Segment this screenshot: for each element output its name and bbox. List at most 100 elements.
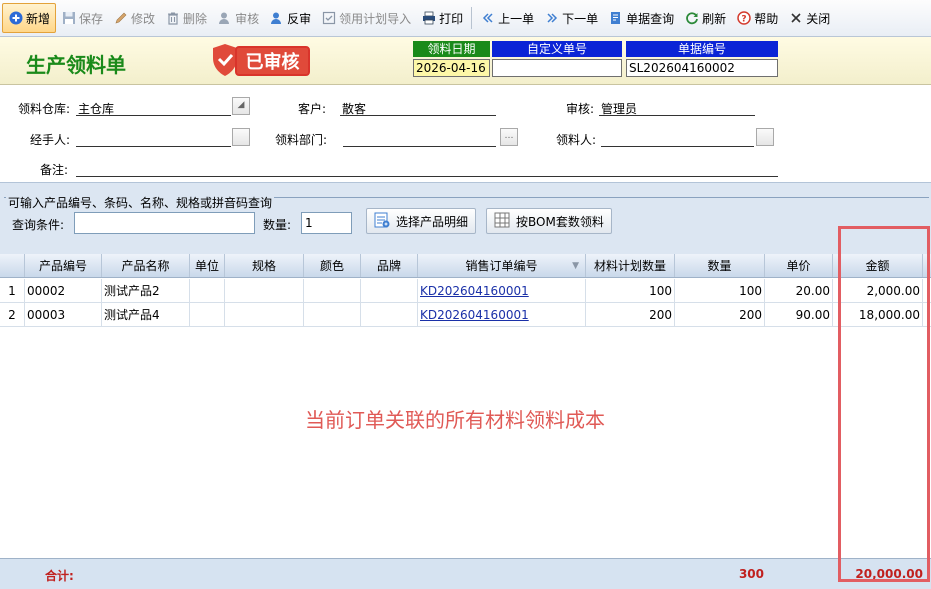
doc-date-label: 领料日期 xyxy=(413,41,490,57)
col-spec[interactable]: 规格 xyxy=(225,254,304,277)
customer-input[interactable]: 散客 xyxy=(340,100,496,116)
grid-header: 产品编号 产品名称 单位 规格 颜色 品牌 销售订单编号 ▼ 材料计划数量 数量… xyxy=(0,254,931,278)
cell-color[interactable] xyxy=(304,303,361,327)
table-row[interactable]: 1 00002 测试产品2 KD202604160001 100 100 20.… xyxy=(0,279,931,303)
list-select-icon xyxy=(374,212,390,231)
col-amount[interactable]: 金额 xyxy=(833,254,923,277)
cell-product-code[interactable]: 00003 xyxy=(25,303,102,327)
col-product-name[interactable]: 产品名称 xyxy=(102,254,190,277)
receiver-picker-button[interactable] xyxy=(756,128,774,146)
close-button[interactable]: 关闭 xyxy=(783,3,835,33)
save-button[interactable]: 保存 xyxy=(56,3,108,33)
receiver-input[interactable] xyxy=(601,131,754,147)
col-color[interactable]: 颜色 xyxy=(304,254,361,277)
cell-product-name[interactable]: 测试产品2 xyxy=(102,279,190,303)
cell-amount[interactable]: 2,000.00 xyxy=(833,279,923,303)
col-brand[interactable]: 品牌 xyxy=(361,254,418,277)
doc-no-input[interactable]: SL202604160002 xyxy=(626,59,778,77)
quantity-input[interactable]: 1 xyxy=(301,212,352,234)
cell-color[interactable] xyxy=(304,279,361,303)
custom-no-input[interactable] xyxy=(492,59,622,77)
unaudit-button[interactable]: 反审 xyxy=(264,3,316,33)
cell-amount[interactable]: 18,000.00 xyxy=(833,303,923,327)
col-unit[interactable]: 单位 xyxy=(190,254,225,277)
customer-label: 客户: xyxy=(298,102,327,116)
disk-icon xyxy=(61,10,77,26)
pencil-icon xyxy=(113,10,129,26)
cell-sales-order-link[interactable]: KD202604160001 xyxy=(418,279,586,303)
select-product-detail-button[interactable]: 选择产品明细 xyxy=(366,208,477,234)
custom-no-field: 自定义单号 xyxy=(492,41,622,77)
add-icon xyxy=(8,10,24,26)
prev-button[interactable]: 上一单 xyxy=(475,3,539,33)
cell-product-name[interactable]: 测试产品4 xyxy=(102,303,190,327)
cell-plan-qty[interactable]: 200 xyxy=(586,303,675,327)
import-plan-button[interactable]: 领用计划导入 xyxy=(316,3,416,33)
doc-date-input[interactable]: 2026-04-16 xyxy=(413,59,490,77)
handler-label: 经手人: xyxy=(30,133,71,147)
page-title: 生产领料单 xyxy=(26,53,126,77)
print-button[interactable]: 打印 xyxy=(416,3,468,33)
col-qty[interactable]: 数量 xyxy=(675,254,765,277)
cell-product-code[interactable]: 00002 xyxy=(25,279,102,303)
user-icon xyxy=(269,10,285,26)
annotation-text: 当前订单关联的所有材料领料成本 xyxy=(305,408,605,432)
cell-unit[interactable] xyxy=(190,303,225,327)
cell-price[interactable]: 20.00 xyxy=(765,279,833,303)
warehouse-label: 领料仓库: xyxy=(18,102,71,116)
col-sales-order[interactable]: 销售订单编号 ▼ xyxy=(418,254,586,277)
query-button[interactable]: 单据查询 xyxy=(603,3,679,33)
total-amount: 20,000.00 xyxy=(855,567,923,581)
import-icon xyxy=(321,10,337,26)
col-product-code[interactable]: 产品编号 xyxy=(25,254,102,277)
delete-button[interactable]: 删除 xyxy=(160,3,212,33)
cell-qty[interactable]: 100 xyxy=(675,279,765,303)
note-input[interactable] xyxy=(76,161,778,177)
cell-spec[interactable] xyxy=(225,303,304,327)
cell-spec[interactable] xyxy=(225,279,304,303)
close-icon xyxy=(788,10,804,26)
toolbar: 新增 保存 修改 删除 审核 反审 领用计划导入 打印 上一单 下一单 单据查询 xyxy=(0,0,931,37)
col-plan-qty[interactable]: 材料计划数量 xyxy=(586,254,675,277)
table-row[interactable]: 2 00003 测试产品4 KD202604160001 200 200 90.… xyxy=(0,303,931,327)
cell-sales-order-link[interactable]: KD202604160001 xyxy=(418,303,586,327)
printer-icon xyxy=(421,10,437,26)
row-index: 1 xyxy=(0,279,25,303)
cell-plan-qty[interactable]: 100 xyxy=(586,279,675,303)
bom-requisition-button[interactable]: 按BOM套数领料 xyxy=(486,208,612,234)
edit-button[interactable]: 修改 xyxy=(108,3,160,33)
custom-no-label: 自定义单号 xyxy=(492,41,622,57)
audit-button[interactable]: 审核 xyxy=(212,3,264,33)
total-label: 合计: xyxy=(45,569,74,583)
dept-picker-button[interactable]: … xyxy=(500,128,518,146)
cell-brand[interactable] xyxy=(361,303,418,327)
trash-icon xyxy=(165,10,181,26)
new-button[interactable]: 新增 xyxy=(2,3,57,33)
col-price[interactable]: 单价 xyxy=(765,254,833,277)
receiver-label: 领料人: xyxy=(556,133,597,147)
grid-icon xyxy=(494,212,510,231)
row-index: 2 xyxy=(0,303,25,327)
cell-brand[interactable] xyxy=(361,279,418,303)
cell-qty[interactable]: 200 xyxy=(675,303,765,327)
grid-footer-totals: 合计: 300 20,000.00 xyxy=(0,558,931,589)
warehouse-input[interactable]: 主仓库 xyxy=(76,100,231,116)
query-legend: 可输入产品编号、条码、名称、规格或拼音码查询 xyxy=(6,194,275,211)
cell-price[interactable]: 90.00 xyxy=(765,303,833,327)
auditor-label: 审核: xyxy=(566,102,595,116)
status-badge: 已审核 xyxy=(235,46,310,76)
query-condition-input[interactable] xyxy=(74,212,255,234)
next-button[interactable]: 下一单 xyxy=(539,3,603,33)
doc-no-label: 单据编号 xyxy=(626,41,778,57)
dept-input[interactable] xyxy=(343,131,496,147)
help-button[interactable]: ? 帮助 xyxy=(731,3,783,33)
handler-input[interactable] xyxy=(76,131,231,147)
document-header: 生产领料单 已审核 领料日期 2026-04-16 自定义单号 单据编号 SL2… xyxy=(0,37,931,85)
cell-unit[interactable] xyxy=(190,279,225,303)
warehouse-picker-button[interactable]: ◢ xyxy=(232,97,250,115)
query-condition-label: 查询条件: xyxy=(12,218,65,232)
auditor-input[interactable]: 管理员 xyxy=(599,100,755,116)
product-query-panel: 可输入产品编号、条码、名称、规格或拼音码查询 查询条件: 数量: 1 选择产品明… xyxy=(0,182,931,254)
handler-picker-button[interactable] xyxy=(232,128,250,146)
refresh-button[interactable]: 刷新 xyxy=(679,3,731,33)
